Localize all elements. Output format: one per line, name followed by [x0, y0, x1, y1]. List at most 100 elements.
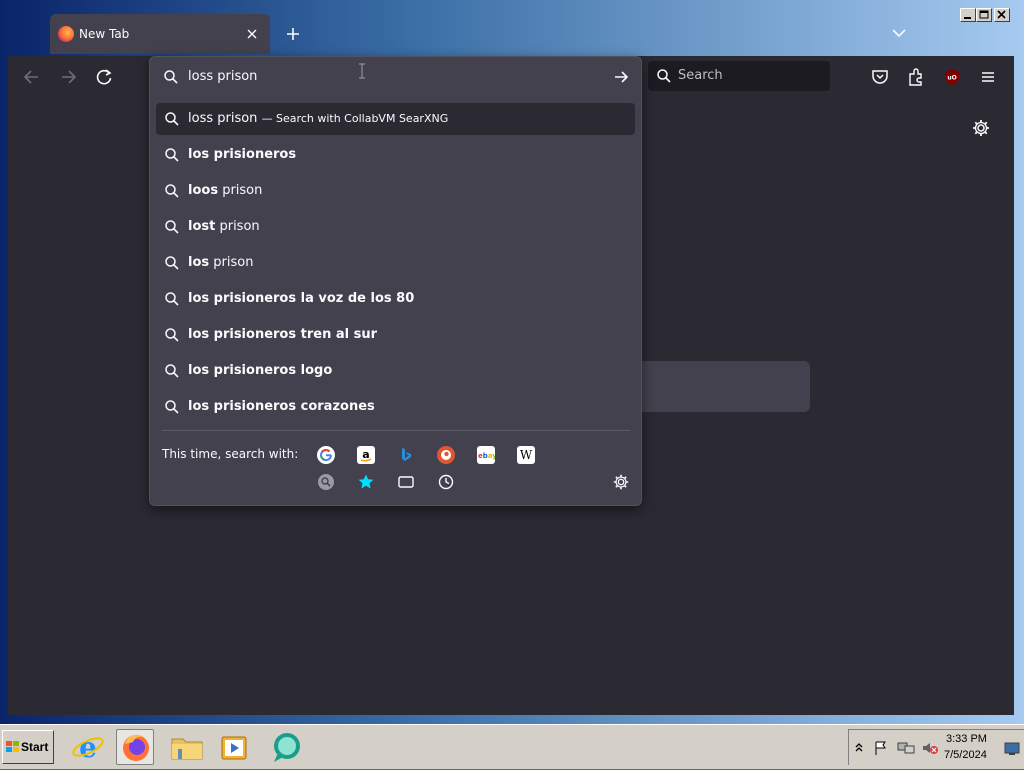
tab-title: New Tab — [79, 27, 130, 41]
suggestion-text: prison — [209, 255, 254, 270]
firefox-icon — [123, 734, 149, 761]
chevron-down-icon[interactable] — [890, 26, 908, 40]
suggestion-bold-text: los prisioneros corazones — [188, 399, 375, 414]
go-arrow-icon[interactable] — [612, 68, 630, 86]
suggestion-label: lost prison — [188, 219, 260, 234]
divider — [162, 430, 630, 431]
menu-icon[interactable] — [978, 67, 998, 87]
searxng-icon[interactable] — [317, 473, 335, 491]
svg-text:a: a — [362, 448, 369, 461]
clock-date[interactable]: 7/5/2024 — [944, 749, 987, 761]
search-icon — [165, 112, 179, 126]
history-icon[interactable] — [437, 473, 455, 491]
volume-muted-icon[interactable] — [921, 740, 939, 756]
extensions-icon[interactable] — [906, 67, 926, 87]
search-icon — [165, 184, 179, 198]
close-window-button[interactable] — [994, 8, 1010, 22]
taskbar-file-explorer[interactable] — [168, 729, 206, 765]
folder-icon — [171, 738, 203, 760]
one-off-label: This time, search with: — [162, 447, 299, 461]
chat-bubble-icon — [274, 733, 300, 762]
ebay-icon[interactable]: ebay — [477, 446, 497, 464]
suggestion-bold-text: los prisioneros logo — [188, 363, 333, 378]
suggestion-text: loss prison — [188, 111, 258, 126]
suggestion-label: loos prison — [188, 183, 262, 198]
show-desktop-icon[interactable] — [1004, 742, 1020, 756]
suggestion-row[interactable]: lost prison — [156, 211, 635, 243]
suggestion-row[interactable]: los prisioneros logo — [156, 355, 635, 387]
suggestion-row[interactable]: los prison — [156, 247, 635, 279]
text-cursor-icon — [359, 63, 365, 79]
internet-explorer-icon: e — [72, 731, 104, 764]
windows-flag-icon — [6, 741, 19, 752]
suggestion-row[interactable]: loos prison — [156, 175, 635, 207]
suggestion-label: los prisioneros la voz de los 80 — [188, 291, 414, 306]
suggestion-text: prison — [215, 219, 260, 234]
urlbar-value: loss prison — [188, 69, 258, 84]
search-icon — [165, 364, 179, 378]
tab-new-tab[interactable]: New Tab — [50, 14, 270, 54]
suggestion-label: los prisioneros tren al sur — [188, 327, 377, 342]
urlbar-input[interactable]: loss prison — [150, 57, 641, 97]
search-bar[interactable]: Search — [648, 61, 830, 91]
urlbar-dropdown: loss prison loss prison — Search with Co… — [149, 56, 642, 506]
suggestion-engine-hint: — Search with CollabVM SearXNG — [261, 112, 449, 125]
new-tab-icon[interactable] — [283, 24, 303, 44]
search-icon — [164, 70, 178, 84]
search-icon — [165, 292, 179, 306]
search-icon — [657, 69, 671, 83]
svg-text:W: W — [520, 448, 533, 462]
suggestion-row[interactable]: los prisioneros la voz de los 80 — [156, 283, 635, 315]
suggestion-label: los prisioneros — [188, 147, 296, 162]
taskbar-chat-app[interactable] — [268, 729, 306, 765]
maximize-button[interactable] — [976, 8, 992, 22]
suggestion-label: loss prison — Search with CollabVM SearX… — [188, 111, 448, 126]
suggestion-row[interactable]: loss prison — Search with CollabVM SearX… — [156, 103, 635, 135]
suggestion-label: los prisioneros corazones — [188, 399, 375, 414]
start-button[interactable]: Start — [2, 730, 54, 764]
minimize-button[interactable] — [960, 8, 976, 22]
duckduckgo-icon[interactable] — [437, 446, 455, 464]
media-player-icon — [221, 736, 247, 760]
svg-text:uO: uO — [947, 75, 956, 82]
show-hidden-icons-icon[interactable] — [855, 742, 863, 752]
search-settings-gear-icon[interactable] — [612, 473, 630, 491]
clock-time[interactable]: 3:33 PM — [946, 733, 987, 745]
taskbar-media-player[interactable] — [216, 729, 254, 765]
suggestion-bold-text: los prisioneros — [188, 147, 297, 162]
search-icon — [165, 148, 179, 162]
taskbar-firefox[interactable] — [116, 729, 154, 765]
reload-icon[interactable] — [93, 66, 115, 88]
network-icon[interactable] — [897, 740, 915, 756]
suggestion-label: los prisioneros logo — [188, 363, 332, 378]
tabs-icon[interactable] — [397, 473, 415, 491]
svg-text:ebay: ebay — [478, 452, 495, 460]
suggestion-row[interactable]: los prisioneros — [156, 139, 635, 171]
search-icon — [165, 328, 179, 342]
back-icon[interactable] — [21, 66, 43, 88]
page-search-box[interactable] — [636, 361, 810, 412]
suggestion-row[interactable]: los prisioneros corazones — [156, 391, 635, 423]
bookmarks-icon[interactable] — [357, 473, 375, 491]
amazon-icon[interactable]: a — [357, 446, 375, 464]
google-icon[interactable] — [317, 446, 335, 464]
close-tab-icon[interactable] — [244, 26, 260, 42]
suggestion-row[interactable]: los prisioneros tren al sur — [156, 319, 635, 351]
pocket-icon[interactable] — [870, 67, 890, 87]
suggestion-bold-text: los prisioneros tren al sur — [188, 327, 378, 342]
ublock-origin-icon[interactable]: uO — [942, 67, 962, 87]
wikipedia-icon[interactable]: W — [517, 446, 535, 464]
browser-window: New Tab Search uO loss prison loss priso… — [0, 0, 1024, 724]
forward-icon[interactable] — [57, 66, 79, 88]
firefox-icon — [58, 26, 74, 42]
action-center-flag-icon[interactable] — [873, 740, 889, 756]
title-bar: New Tab — [0, 0, 1024, 56]
taskbar-internet-explorer[interactable]: e — [69, 729, 107, 765]
svg-text:e: e — [79, 731, 97, 764]
suggestion-bold-text: loos — [188, 183, 219, 198]
page-settings-gear-icon[interactable] — [971, 118, 991, 138]
search-bar-placeholder: Search — [678, 68, 723, 83]
bing-icon[interactable] — [397, 446, 415, 464]
suggestion-bold-text: los prisioneros la voz de los 80 — [188, 291, 415, 306]
search-icon — [165, 220, 179, 234]
